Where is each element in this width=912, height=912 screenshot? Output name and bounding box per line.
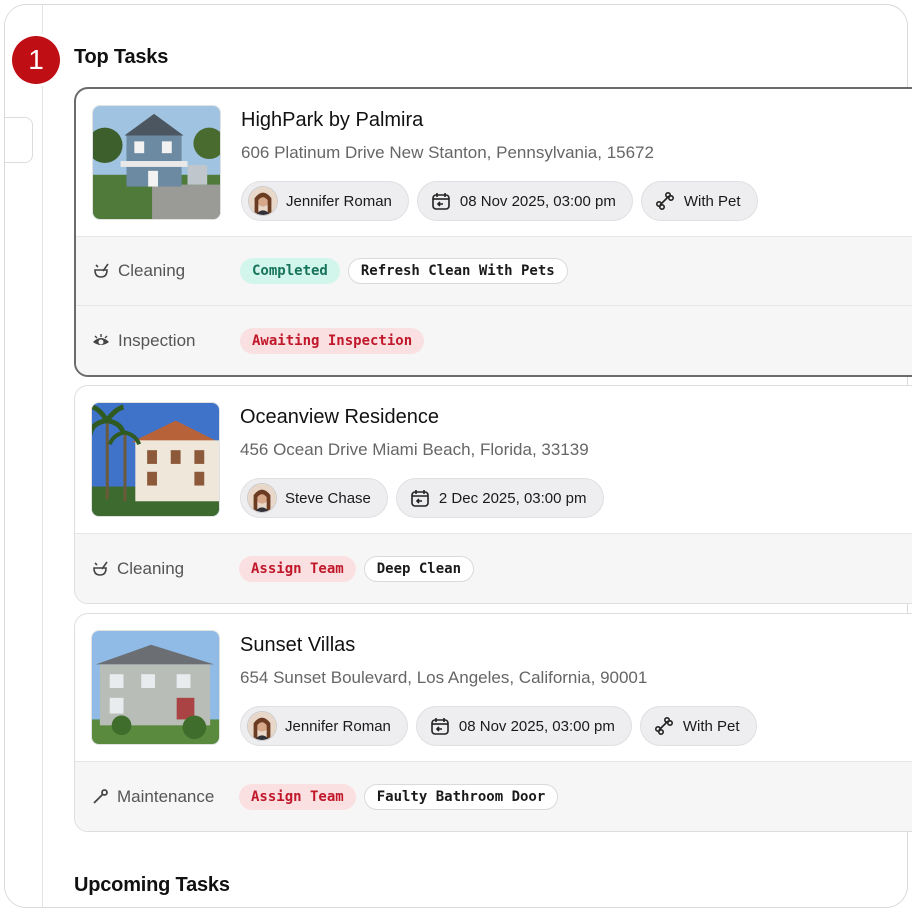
- row-category: Maintenance: [117, 786, 215, 806]
- calendar-icon: [430, 190, 452, 212]
- assignee-name: Jennifer Roman: [285, 717, 391, 735]
- status-badge[interactable]: Assign Team: [239, 555, 356, 582]
- service-tag: Faulty Bathroom Door: [363, 783, 559, 810]
- task-row[interactable]: Cleaning Assign Team Deep Clean: [75, 534, 912, 603]
- row-category: Inspection: [118, 330, 196, 350]
- date-chip[interactable]: 08 Nov 2025, 03:00 pm: [415, 706, 632, 746]
- property-address: 456 Ocean Drive Miami Beach, Florida, 33…: [240, 440, 589, 459]
- row-category: Cleaning: [117, 558, 185, 578]
- property-photo: [91, 402, 220, 517]
- task-card[interactable]: Oceanview Residence 456 Ocean Drive Miam…: [74, 385, 912, 604]
- section-title-top-tasks: Top Tasks: [74, 46, 169, 68]
- property-name[interactable]: Sunset Villas: [240, 634, 355, 657]
- calendar-icon: [429, 715, 451, 737]
- avatar: [247, 711, 277, 741]
- side-rail: [5, 5, 43, 907]
- status-badge: Awaiting Inspection: [240, 327, 425, 354]
- pet-chip[interactable]: With Pet: [640, 181, 758, 221]
- service-tag: Deep Clean: [363, 555, 475, 582]
- cleaning-icon: [92, 262, 110, 280]
- task-row[interactable]: Cleaning Completed Refresh Clean With Pe…: [76, 237, 912, 306]
- date-chip[interactable]: 2 Dec 2025, 03:00 pm: [395, 478, 604, 518]
- task-row[interactable]: Maintenance Assign Team Faulty Bathroom …: [75, 762, 912, 831]
- task-card[interactable]: HighPark by Palmira 606 Platinum Drive N…: [74, 87, 912, 377]
- step-badge: 1: [12, 36, 60, 84]
- eye-icon: [92, 332, 110, 350]
- calendar-icon: [409, 487, 431, 509]
- pet-label: With Pet: [683, 192, 741, 210]
- property-address: 606 Platinum Drive New Stanton, Pennsylv…: [241, 143, 654, 162]
- avatar: [248, 186, 278, 216]
- cleaning-icon: [91, 560, 109, 578]
- date-chip[interactable]: 08 Nov 2025, 03:00 pm: [416, 181, 633, 221]
- date-text: 08 Nov 2025, 03:00 pm: [459, 192, 616, 210]
- date-text: 08 Nov 2025, 03:00 pm: [458, 717, 615, 735]
- bone-icon: [654, 190, 676, 212]
- assignee-chip[interactable]: Jennifer Roman: [241, 181, 409, 221]
- avatar: [247, 483, 277, 513]
- assignee-chip[interactable]: Jennifer Roman: [240, 706, 408, 746]
- status-badge[interactable]: Assign Team: [239, 783, 356, 810]
- assignee-name: Steve Chase: [285, 489, 371, 507]
- assignee-name: Jennifer Roman: [286, 192, 392, 210]
- property-photo: [92, 105, 221, 220]
- task-row[interactable]: Inspection Awaiting Inspection: [76, 306, 912, 375]
- property-name[interactable]: Oceanview Residence: [240, 406, 439, 429]
- property-name[interactable]: HighPark by Palmira: [241, 109, 423, 132]
- pet-label: With Pet: [682, 717, 740, 735]
- property-photo: [91, 630, 220, 745]
- section-title-upcoming-tasks: Upcoming Tasks: [74, 874, 230, 896]
- bone-icon: [653, 715, 675, 737]
- status-badge: Completed: [240, 258, 340, 284]
- task-card[interactable]: Sunset Villas 654 Sunset Boulevard, Los …: [74, 613, 912, 832]
- pet-chip[interactable]: With Pet: [639, 706, 757, 746]
- wrench-icon: [91, 788, 109, 806]
- row-category: Cleaning: [118, 261, 186, 280]
- rail-toggle[interactable]: [5, 117, 33, 163]
- property-address: 654 Sunset Boulevard, Los Angeles, Calif…: [240, 668, 648, 687]
- assignee-chip[interactable]: Steve Chase: [240, 478, 388, 518]
- date-text: 2 Dec 2025, 03:00 pm: [438, 489, 587, 507]
- service-tag: Refresh Clean With Pets: [347, 258, 568, 284]
